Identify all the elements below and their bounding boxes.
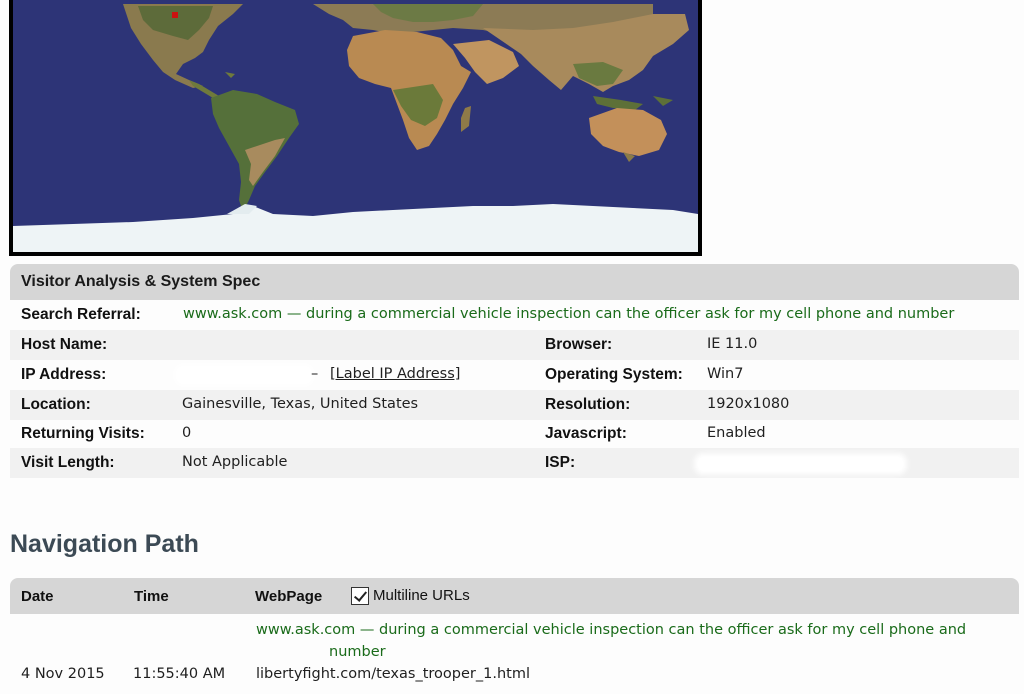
ip-os-row: IP Address: – [Label IP Address] Operati…	[10, 360, 1019, 390]
world-map	[9, 0, 702, 256]
visit-length-value: Not Applicable	[182, 454, 288, 470]
returning-javascript-row: Returning Visits: 0 Javascript: Enabled	[10, 419, 1019, 449]
operating-system-value: Win7	[707, 366, 744, 382]
visit-length-label: Visit Length:	[21, 454, 115, 471]
operating-system-label: Operating System:	[545, 366, 683, 383]
resolution-value: 1920x1080	[707, 396, 790, 412]
multiline-urls-checkbox[interactable]	[351, 587, 369, 605]
multiline-urls-label: Multiline URLs	[373, 587, 470, 604]
visitor-location-marker	[172, 12, 178, 18]
nav-entry-date: 4 Nov 2015	[21, 666, 105, 682]
nav-entry-webpage[interactable]: libertyfight.com/texas_trooper_1.html	[256, 663, 530, 685]
nav-entry-referral-line1: www.ask.com — during a commercial vehicl…	[256, 622, 967, 638]
navigation-path-header: Date Time WebPage Multiline URLs	[10, 578, 1019, 614]
nav-entry-referral[interactable]: www.ask.com — during a commercial vehicl…	[256, 619, 996, 663]
table-row: 4 Nov 2015 11:55:40 AM libertyfight.com/…	[10, 663, 1019, 685]
visit-isp-row: Visit Length: Not Applicable ISP:	[10, 448, 1019, 478]
returning-visits-label: Returning Visits:	[21, 425, 145, 442]
resolution-label: Resolution:	[545, 396, 631, 413]
ip-separator: –	[311, 366, 319, 382]
browser-value: IE 11.0	[707, 336, 758, 352]
ip-address-label: IP Address:	[21, 366, 107, 383]
host-browser-row: Host Name: Browser: IE 11.0	[10, 330, 1019, 360]
nav-entry-time: 11:55:40 AM	[133, 666, 226, 682]
browser-label: Browser:	[545, 336, 613, 353]
visitor-analysis-header: Visitor Analysis & System Spec	[10, 264, 1019, 300]
location-value: Gainesville, Texas, United States	[182, 396, 419, 412]
label-ip-address-link[interactable]: [Label IP Address]	[330, 360, 460, 390]
javascript-label: Javascript:	[545, 425, 627, 442]
world-map-image	[13, 0, 698, 252]
navigation-path-title: Navigation Path	[10, 530, 199, 558]
column-webpage: WebPage	[255, 588, 323, 605]
location-label: Location:	[21, 396, 91, 413]
search-referral-label: Search Referral:	[21, 306, 141, 323]
host-name-label: Host Name:	[21, 336, 108, 353]
location-resolution-row: Location: Gainesville, Texas, United Sta…	[10, 390, 1019, 420]
column-time: Time	[134, 588, 169, 605]
column-date: Date	[21, 588, 54, 605]
returning-visits-value: 0	[182, 425, 192, 441]
search-referral-row: Search Referral: www.ask.com — during a …	[10, 300, 1019, 330]
multiline-urls-toggle[interactable]: Multiline URLs	[351, 587, 470, 605]
isp-redacted	[698, 457, 903, 471]
isp-label: ISP:	[545, 454, 576, 471]
nav-entry-referral-line2: number	[329, 644, 386, 660]
ip-address-redacted	[178, 368, 310, 382]
search-referral-value[interactable]: www.ask.com — during a commercial vehicl…	[183, 300, 954, 330]
javascript-value: Enabled	[707, 425, 766, 441]
